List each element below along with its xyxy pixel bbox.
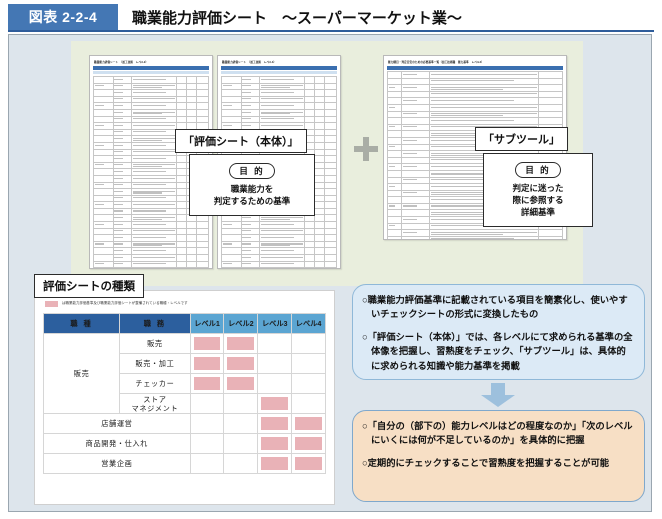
col-header-job-task: 職 務 [120, 314, 191, 334]
cell-level-4 [292, 394, 326, 414]
sheet-subheader-band [93, 71, 209, 74]
legend: は職業能力評価基準及び職業能力評価シートが整備されている職種・レベルです [45, 301, 326, 307]
cell-job-task: 商品開発・仕入れ [44, 434, 191, 454]
job-level-table: 職 種 職 務 レベル1 レベル2 レベル3 レベル4 販売 販売 [43, 313, 326, 474]
sheet-title: 職業能力評価シート （加工技術 レベル3） [222, 60, 340, 64]
types-section-panel: は職業能力評価基準及び職業能力評価シートが整備されている職種・レベルです 職 種… [34, 290, 335, 505]
cell-level-2 [224, 354, 258, 374]
figure-title: 職業能力評価シート ～スーパーマーケット業～ [118, 4, 462, 30]
purpose-box-main: 目 的 職業能力を 判定するための基準 [189, 154, 315, 216]
figure-header: 図表 2-2-4 職業能力評価シート ～スーパーマーケット業～ [8, 4, 654, 32]
cell-job-task: チェッカー [120, 374, 191, 394]
figure-number-badge: 図表 2-2-4 [8, 4, 118, 30]
table-row: 店舗運営 [44, 414, 326, 434]
table-row: 販売 販売 [44, 334, 326, 354]
legend-text: は職業能力評価基準及び職業能力評価シートが整備されている職種・レベルです [62, 302, 188, 305]
callout-item: ○「自分の（部下の）能力レベルはどの程度なのか」「次のレベルにいくには何が不足し… [362, 419, 634, 447]
legend-swatch [45, 301, 58, 307]
cell-level-2 [224, 334, 258, 354]
callout-item: ○定期的にチェックすることで習熟度を把握することが可能 [362, 456, 634, 470]
cell-level-1 [190, 454, 224, 474]
purpose-chip: 目 的 [515, 162, 560, 178]
sheet-header-band [93, 66, 209, 70]
callout-item: ○職業能力評価基準に記載されている項目を簡素化し、使いやすいチェックシートの形式… [362, 293, 634, 321]
col-header-job-category: 職 種 [44, 314, 120, 334]
label-evaluation-sheet-main: 「評価シート（本体）」 [175, 129, 307, 153]
purpose-chip: 目 的 [229, 163, 274, 179]
cell-level-4 [292, 354, 326, 374]
callout-benefits: ○「自分の（部下の）能力レベルはどの程度なのか」「次のレベルにいくには何が不足し… [352, 410, 645, 502]
arrow-down-icon [481, 383, 515, 407]
cell-job-task: 営業企画 [44, 454, 191, 474]
col-header-level-1: レベル1 [190, 314, 224, 334]
cell-level-2 [224, 434, 258, 454]
purpose-text: 職業能力を 判定するための基準 [198, 183, 306, 207]
cell-level-1 [190, 354, 224, 374]
cell-level-3 [258, 334, 292, 354]
sheet-title: 職業能力評価シート （加工技術 レベル2） [94, 60, 212, 64]
types-section-label: 評価シートの種類 [34, 274, 144, 298]
table-header-row: 職 種 職 務 レベル1 レベル2 レベル3 レベル4 [44, 314, 326, 334]
plus-icon [354, 137, 378, 161]
cell-job-task: ストア マネジメント [120, 394, 191, 414]
col-header-level-4: レベル4 [292, 314, 326, 334]
cell-level-3 [258, 454, 292, 474]
purpose-box-subtool: 目 的 判定に迷った 際に参照する 詳細基準 [483, 153, 593, 227]
col-header-level-2: レベル2 [224, 314, 258, 334]
callout-item: ○「評価シート（本体）」では、各レベルにて求められる基準の全体像を把握し、習熟度… [362, 330, 634, 372]
cell-level-2 [224, 374, 258, 394]
sheet-header-band [221, 66, 337, 70]
sheet-subheader-band [221, 71, 337, 74]
table-row: 営業企画 [44, 454, 326, 474]
document-preview-panel: 職業能力評価シート （加工技術 レベル2） [71, 41, 583, 286]
cell-level-2 [224, 454, 258, 474]
cell-level-3 [258, 374, 292, 394]
sheet-header-band [387, 66, 563, 70]
sheet-title: 能力細目・判定目安のための必要基準一覧（加工技術職 能力基準 レベル2） [388, 60, 566, 64]
cell-level-2 [224, 394, 258, 414]
purpose-text: 判定に迷った 際に参照する 詳細基準 [492, 182, 584, 218]
cell-job-task: 販売 [120, 334, 191, 354]
cell-job-task: 販売・加工 [120, 354, 191, 374]
cell-level-3 [258, 414, 292, 434]
cell-level-1 [190, 334, 224, 354]
cell-level-3 [258, 354, 292, 374]
cell-level-2 [224, 414, 258, 434]
figure-body: 職業能力評価シート （加工技術 レベル2） [8, 34, 652, 512]
cell-level-1 [190, 434, 224, 454]
cell-level-1 [190, 374, 224, 394]
cell-level-4 [292, 454, 326, 474]
cell-level-3 [258, 434, 292, 454]
cell-level-4 [292, 434, 326, 454]
table-row: 商品開発・仕入れ [44, 434, 326, 454]
col-header-level-3: レベル3 [258, 314, 292, 334]
cell-level-1 [190, 394, 224, 414]
cell-level-4 [292, 374, 326, 394]
label-subtool: 「サブツール」 [475, 127, 568, 151]
cell-job-category: 販売 [44, 334, 120, 414]
callout-description: ○職業能力評価基準に記載されている項目を簡素化し、使いやすいチェックシートの形式… [352, 284, 645, 380]
cell-job-task: 店舗運営 [44, 414, 191, 434]
cell-level-1 [190, 414, 224, 434]
cell-level-3 [258, 394, 292, 414]
cell-level-4 [292, 334, 326, 354]
cell-level-4 [292, 414, 326, 434]
